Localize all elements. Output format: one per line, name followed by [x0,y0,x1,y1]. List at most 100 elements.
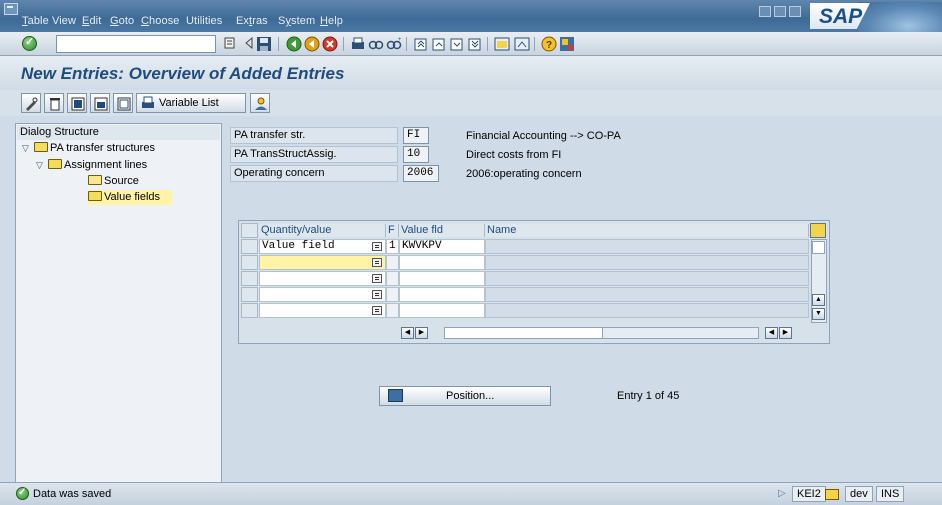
scroll-left-icon[interactable]: ◀ [765,327,778,339]
help-icon[interactable]: ? [541,36,557,52]
exit-icon[interactable] [304,36,320,52]
find-icon[interactable] [368,36,384,52]
first-page-icon[interactable] [413,36,429,52]
cell-f [386,255,399,270]
label-operating-concern: Operating concern [230,165,398,182]
status-bar: Data was saved ▷ KEI2 dev INS [0,482,942,505]
scroll-left-icon[interactable]: ◀ [401,327,414,339]
application-toolbar: Variable List [0,90,942,116]
transaction-info-icon[interactable] [825,489,839,500]
cell-value-fld[interactable] [399,303,485,318]
page-title: New Entries: Overview of Added Entries [21,64,345,83]
command-field[interactable] [56,35,216,53]
cell-quantity-value[interactable] [259,287,386,302]
tree-node-pa-transfer-structures[interactable]: ▽ PA transfer structures [22,141,155,156]
value-help-icon[interactable] [372,306,382,315]
scroll-right-icon[interactable]: ▶ [779,327,792,339]
select-all-button[interactable] [67,93,87,113]
label-pa-transfer-str: PA transfer str. [230,127,398,144]
client-field: dev [845,486,873,502]
customize-layout-icon[interactable] [559,36,575,52]
row-selector[interactable] [241,255,258,270]
display-change-button[interactable] [21,93,41,113]
position-button[interactable]: Position... [379,386,551,406]
desc-operating-concern: 2006:operating concern [466,168,582,180]
delete-button[interactable] [44,93,64,113]
cell-value-fld[interactable]: KWVKPV [399,239,485,254]
cell-quantity-value[interactable] [259,271,386,286]
tree-node-assignment-lines[interactable]: ▽ Assignment lines [36,158,147,173]
value-help-icon[interactable] [372,274,382,283]
col-header-name[interactable]: Name [485,224,809,237]
scroll-up-icon[interactable]: ▲ [812,294,825,306]
status-message[interactable]: Data was saved [15,485,515,502]
tree-node-value-fields[interactable]: Value fields [88,190,173,205]
maximize-icon[interactable] [774,6,786,17]
shortcut-icon[interactable] [514,36,530,52]
print-icon [142,96,154,108]
close-icon[interactable] [789,6,801,17]
create-session-icon[interactable] [494,36,510,52]
select-all-rows[interactable] [241,223,258,238]
menu-extras[interactable]: Extras [236,15,268,27]
vertical-scroll-thumb[interactable] [812,241,825,254]
value-help-icon[interactable] [372,290,382,299]
cell-quantity-value[interactable] [259,303,386,318]
menu-table-view[interactable]: Table View [22,15,76,27]
menu-help[interactable]: Help [320,15,343,27]
expand-arrow-icon[interactable]: ▽ [22,141,34,156]
select-block-button[interactable] [90,93,110,113]
cell-quantity-value[interactable]: Value field [259,239,386,254]
row-selector[interactable] [241,239,258,254]
variable-list-button[interactable]: Variable List [136,93,246,113]
status-expand-icon[interactable]: ▷ [778,488,786,499]
cell-value-fld[interactable] [399,287,485,302]
desc-trans-struct-assig: Direct costs from FI [466,149,562,161]
scroll-down-icon[interactable]: ▼ [812,308,825,320]
horizontal-scroll-thumb[interactable] [445,328,603,338]
command-history-icon[interactable] [224,36,240,52]
print-icon[interactable] [350,36,366,52]
cell-value-fld[interactable] [399,271,485,286]
field-pa-transfer-str[interactable]: FI [403,127,429,144]
previous-page-icon[interactable] [431,36,447,52]
next-page-icon[interactable] [449,36,465,52]
field-trans-struct-assig[interactable]: 10 [403,146,429,163]
expand-arrow-icon[interactable]: ▽ [36,158,48,173]
minimize-icon[interactable] [759,6,771,17]
find-next-icon[interactable]: + [386,36,402,52]
last-page-icon[interactable] [467,36,483,52]
menu-system[interactable]: System [278,15,315,27]
trash-icon [50,98,60,111]
system-menu-icon[interactable] [4,3,18,15]
deselect-all-button[interactable] [113,93,133,113]
scroll-right-icon[interactable]: ▶ [415,327,428,339]
field-operating-concern[interactable]: 2006 [403,165,439,182]
horizontal-scrollbar[interactable] [444,327,759,339]
col-header-f[interactable]: F [386,224,399,237]
col-header-value-fld[interactable]: Value fld [399,224,485,237]
insert-mode-field[interactable]: INS [876,486,905,502]
value-help-icon[interactable] [372,258,382,267]
cell-name [485,239,809,254]
personal-settings-button[interactable] [250,93,270,113]
value-help-icon[interactable] [372,242,382,251]
value-fields-table: Quantity/value F Value fld Name Value fi… [238,220,830,344]
menu-goto[interactable]: Goto [110,15,134,27]
position-icon [388,389,403,402]
save-icon[interactable] [256,36,272,52]
menu-utilities[interactable]: Utilities [186,15,222,27]
cell-quantity-value[interactable] [259,255,386,270]
col-header-quantity-value[interactable]: Quantity/value [259,224,386,237]
enter-icon[interactable] [22,35,37,51]
menu-choose[interactable]: Choose [141,15,180,27]
back-icon[interactable] [286,36,302,52]
tree-node-source[interactable]: Source [88,174,139,189]
cell-value-fld[interactable] [399,255,485,270]
menu-edit[interactable]: Edit [82,15,101,27]
cancel-icon[interactable] [322,36,338,52]
table-settings-icon[interactable] [810,223,826,238]
row-selector[interactable] [241,303,258,318]
row-selector[interactable] [241,271,258,286]
row-selector[interactable] [241,287,258,302]
